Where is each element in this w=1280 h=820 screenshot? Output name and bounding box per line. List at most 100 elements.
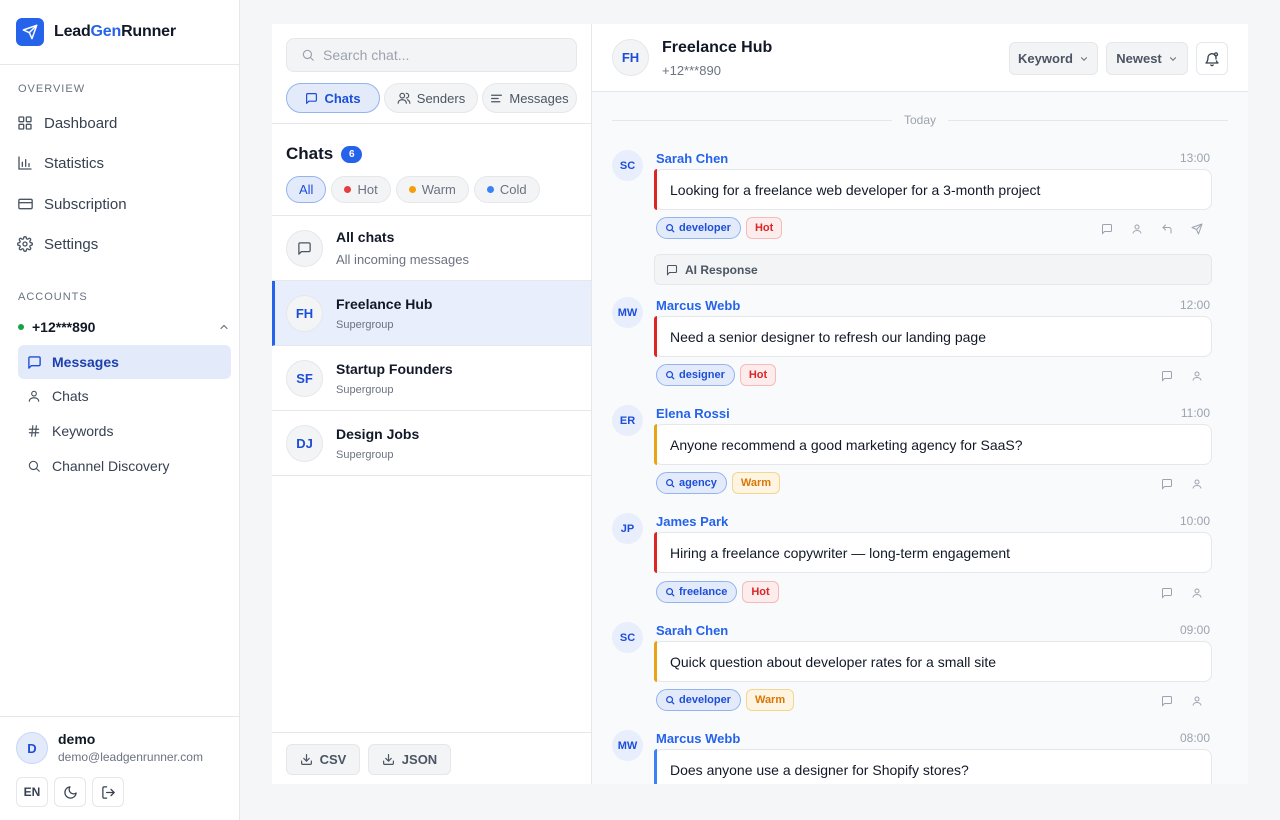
keyword-tag: developer: [656, 217, 741, 239]
day-label: Today: [903, 113, 937, 127]
moon-icon: [63, 785, 78, 800]
account-toggle[interactable]: +12***890: [18, 318, 230, 336]
filter-label: Warm: [421, 182, 456, 197]
account-item-messages[interactable]: Messages: [18, 345, 231, 379]
sender-name[interactable]: James Park: [656, 514, 728, 529]
account-phone: +12***890: [32, 319, 96, 335]
filter-hot[interactable]: Hot: [331, 176, 391, 203]
account-item-chats[interactable]: Chats: [18, 379, 231, 413]
keyword-tag: agency: [656, 472, 727, 494]
filter-label: Cold: [499, 182, 527, 197]
download-icon: [382, 753, 395, 766]
filter-all[interactable]: All: [286, 176, 327, 203]
search-icon: [26, 458, 42, 474]
account-item-label: Keywords: [52, 423, 114, 439]
message-bubble: Need a senior designer to refresh our la…: [654, 316, 1212, 357]
sender-avatar: MW: [612, 730, 643, 761]
message-time: 10:00: [1179, 514, 1210, 528]
user-icon[interactable]: [1190, 586, 1204, 600]
export-label: JSON: [401, 752, 438, 767]
user-icon[interactable]: [1130, 222, 1144, 236]
sidebar: LeadGenRunner OVERVIEW Dashboard Statist…: [0, 0, 240, 820]
nav-item-subscription[interactable]: Subscription: [16, 190, 230, 218]
reply-icon[interactable]: [1160, 222, 1174, 236]
heat-badge: Hot: [739, 364, 777, 386]
nav-label: Statistics: [44, 154, 105, 172]
send-icon[interactable]: [1190, 222, 1204, 236]
chat-avatar: DJ: [286, 424, 323, 462]
chat-item-startup-founders[interactable]: SF Startup Founders Supergroup: [272, 346, 591, 411]
chat-subtitle: Supergroup: [336, 383, 394, 396]
user-icon[interactable]: [1190, 694, 1204, 708]
lines-icon: [490, 92, 503, 105]
filter-label: All: [299, 182, 314, 197]
sender-name[interactable]: Marcus Webb: [656, 298, 740, 313]
tab-chats[interactable]: Chats: [286, 83, 380, 113]
theme-toggle-button[interactable]: [54, 777, 86, 807]
message-bubble: Hiring a freelance copywriter — long-ter…: [654, 532, 1212, 573]
export-csv-button[interactable]: CSV: [286, 744, 360, 775]
chat-item-all[interactable]: All chats All incoming messages: [272, 216, 591, 281]
comment-icon[interactable]: [1100, 222, 1114, 236]
search-icon: [301, 48, 315, 62]
message-actions: [1100, 222, 1204, 236]
comment-icon[interactable]: [1160, 369, 1174, 383]
chat-search[interactable]: [286, 38, 577, 72]
nav-item-settings[interactable]: Settings: [16, 230, 230, 258]
cold-dot: [486, 186, 494, 193]
nav-item-dashboard[interactable]: Dashboard: [16, 109, 230, 137]
conversation-panel: FH Freelance Hub +12***890 Keyword Newes…: [592, 24, 1248, 784]
chevron-down-icon: [1079, 54, 1089, 64]
avatar[interactable]: D: [16, 732, 48, 764]
message-bubble: Quick question about developer rates for…: [654, 641, 1212, 682]
logo[interactable]: LeadGenRunner: [0, 0, 239, 65]
language-button[interactable]: EN: [16, 777, 48, 807]
search-icon: [666, 696, 675, 705]
comment-icon[interactable]: [1160, 694, 1174, 708]
account-item-keywords[interactable]: Keywords: [18, 414, 231, 448]
keyword-filter-dropdown[interactable]: Keyword: [1009, 42, 1098, 75]
export-json-button[interactable]: JSON: [368, 744, 451, 775]
chats-heading: Chats 6: [286, 144, 363, 164]
filter-warm[interactable]: Warm: [395, 176, 469, 203]
keyword-tag: developer: [656, 689, 741, 711]
sender-name[interactable]: Marcus Webb: [656, 731, 740, 746]
ai-response-label: AI Response: [685, 262, 758, 277]
logout-button[interactable]: [92, 777, 124, 807]
ai-response-button[interactable]: AI Response: [654, 254, 1212, 285]
account-item-channel-discovery[interactable]: Channel Discovery: [18, 449, 231, 483]
view-tabs: Chats Senders Messages: [286, 83, 577, 113]
sender-name[interactable]: Sarah Chen: [656, 623, 728, 638]
tab-label: Chats: [324, 90, 361, 106]
gear-icon: [16, 235, 34, 253]
heat-badge: Warm: [731, 472, 781, 494]
tab-messages[interactable]: Messages: [482, 83, 577, 113]
comment-icon[interactable]: [1160, 586, 1174, 600]
export-bar: CSV JSON: [272, 732, 591, 784]
user-name: demo: [58, 731, 96, 747]
message-icon: [26, 354, 42, 370]
sort-dropdown[interactable]: Newest: [1106, 42, 1188, 75]
nav-item-statistics[interactable]: Statistics: [16, 149, 230, 177]
search-input[interactable]: [323, 47, 553, 63]
sender-avatar: SC: [612, 150, 643, 181]
download-icon: [300, 753, 313, 766]
user-icon[interactable]: [1190, 369, 1204, 383]
comment-icon[interactable]: [1160, 477, 1174, 491]
conversation-title: Freelance Hub: [662, 39, 773, 56]
user-email: demo@leadgenrunner.com: [58, 750, 203, 764]
chat-item-design-jobs[interactable]: DJ Design Jobs Supergroup: [272, 411, 591, 476]
heat-filters: All Hot Warm Cold: [286, 176, 540, 203]
keyword-tag: designer: [656, 364, 735, 386]
sender-name[interactable]: Sarah Chen: [656, 151, 728, 166]
notification-settings-button[interactable]: [1196, 42, 1228, 75]
message-time: 13:00: [1179, 151, 1210, 165]
user-icon[interactable]: [1190, 477, 1204, 491]
sender-name[interactable]: Elena Rossi: [656, 406, 730, 421]
filter-cold[interactable]: Cold: [473, 176, 540, 203]
message-actions: [1160, 694, 1204, 708]
message-icon: [666, 264, 678, 276]
tab-senders[interactable]: Senders: [384, 83, 478, 113]
chat-item-freelance-hub[interactable]: FH Freelance Hub Supergroup: [272, 281, 591, 346]
heat-badge: Hot: [742, 581, 779, 603]
